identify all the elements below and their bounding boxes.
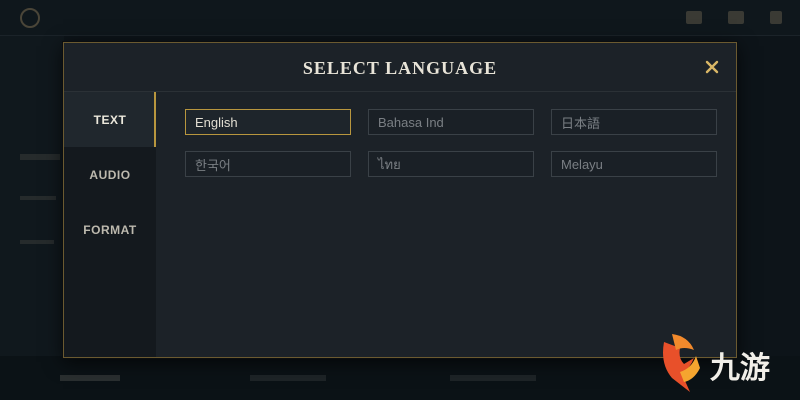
- dialog-title: SELECT LANGUAGE: [302, 58, 498, 78]
- svg-text:九游: 九游: [710, 351, 770, 386]
- tab-format[interactable]: FORMAT: [64, 202, 156, 257]
- background-top-bar: [0, 0, 800, 36]
- language-option-english[interactable]: English: [185, 109, 351, 135]
- background-icon: [728, 11, 744, 24]
- language-label: ไทย: [378, 156, 401, 172]
- language-label: English: [195, 114, 238, 130]
- language-label: Bahasa Ind: [378, 114, 444, 130]
- language-label: 한국어: [195, 157, 231, 173]
- language-option-thai[interactable]: ไทย: [368, 151, 534, 177]
- language-option-korean[interactable]: 한국어: [185, 151, 351, 177]
- tab-label: FORMAT: [83, 222, 137, 237]
- tab-text[interactable]: TEXT: [64, 92, 156, 147]
- close-button[interactable]: [700, 55, 724, 79]
- tab-label: AUDIO: [89, 167, 131, 182]
- language-options: English Bahasa Ind 日本語 한국어 ไทย Melayu: [156, 92, 736, 357]
- language-label: Melayu: [561, 156, 603, 172]
- language-option-japanese[interactable]: 日本語: [551, 109, 717, 135]
- background-sidebar: [0, 36, 64, 400]
- background-icon: [686, 11, 702, 24]
- background-icon: [770, 11, 782, 24]
- watermark-logo: 九游: [654, 328, 800, 400]
- select-language-dialog: SELECT LANGUAGE TEXT AUDIO FORMAT Englis…: [63, 42, 737, 358]
- watermark-icon: 九游: [663, 334, 770, 392]
- language-tabs: TEXT AUDIO FORMAT: [64, 92, 156, 357]
- back-icon: [20, 8, 40, 28]
- close-icon: [705, 60, 719, 74]
- tab-label: TEXT: [93, 112, 127, 127]
- tab-audio[interactable]: AUDIO: [64, 147, 156, 202]
- language-option-bahasa[interactable]: Bahasa Ind: [368, 109, 534, 135]
- dialog-header: SELECT LANGUAGE: [64, 43, 736, 92]
- language-option-malay[interactable]: Melayu: [551, 151, 717, 177]
- language-label: 日本語: [561, 115, 601, 131]
